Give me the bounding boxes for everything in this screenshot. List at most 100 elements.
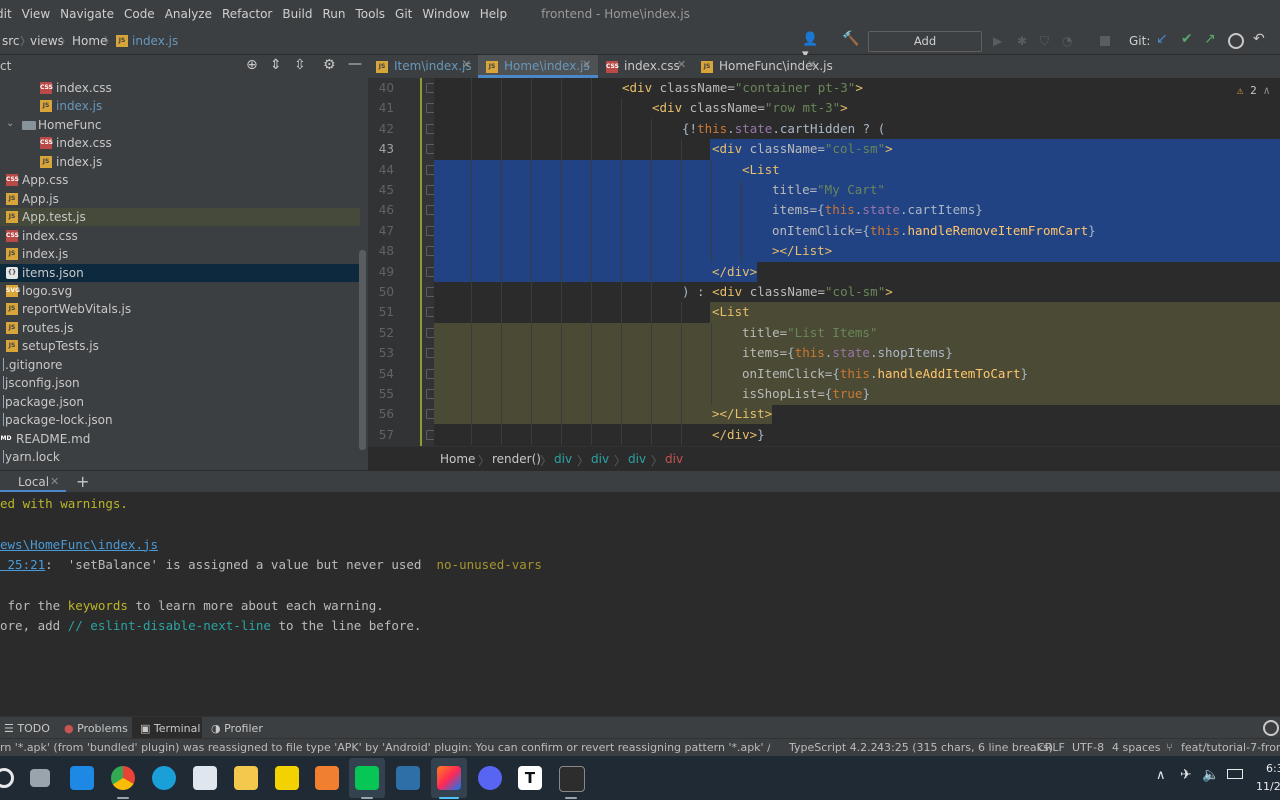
battery-icon[interactable] [1227, 769, 1243, 779]
chrome-icon[interactable] [111, 766, 135, 790]
tree-item[interactable]: MD README.md [0, 430, 360, 448]
chevron-down-icon[interactable]: ⌄ [6, 118, 14, 129]
git-update-icon[interactable]: ↙ [1156, 31, 1170, 47]
tree-item[interactable]: JS routes.js [0, 319, 360, 337]
debug-icon[interactable]: ✱ [1017, 34, 1031, 48]
terminal-output[interactable]: ed with warnings. ews\HomeFunc\index.js 2… [0, 492, 1280, 716]
monitor-app-icon[interactable] [396, 766, 420, 790]
edge-icon[interactable] [152, 766, 176, 790]
coverage-icon[interactable]: ⛉ [1040, 34, 1054, 48]
todo-tool-button[interactable]: ☰ TODO [4, 722, 50, 735]
project-panel-title[interactable]: ct [0, 59, 11, 73]
sticky-notes-icon[interactable] [275, 766, 299, 790]
status-message[interactable]: rn '*.apk' (from 'bundled' plugin) was r… [0, 741, 770, 754]
tree-item[interactable]: JS index.js [0, 245, 360, 263]
stop-icon[interactable] [1100, 36, 1110, 46]
menu-item-build[interactable]: Build [282, 7, 312, 21]
tree-item[interactable]: JS App.test.js [0, 208, 360, 227]
git-push-icon[interactable]: ↗ [1204, 31, 1218, 47]
event-log-icon[interactable] [1263, 720, 1279, 736]
code-editor[interactable]: ⚠ 2 ∧ <div className="container pt-3"> <d… [434, 78, 1280, 446]
tree-item[interactable]: JS index.js [0, 97, 360, 115]
tree-item[interactable]: ⌄ HomeFunc [0, 116, 360, 134]
git-commit-icon[interactable]: ✔ [1181, 31, 1195, 47]
editor-breadcrumb[interactable]: div [591, 452, 609, 466]
terminal-app-icon[interactable] [559, 766, 585, 792]
history-icon[interactable] [1228, 33, 1244, 49]
search-icon[interactable] [0, 768, 14, 788]
menu-item-analyze[interactable]: Analyze [165, 7, 212, 21]
editor-breadcrumb[interactable]: Home [440, 452, 475, 466]
xampp-icon[interactable] [315, 766, 339, 790]
tree-item[interactable]: CSS index.css [0, 134, 360, 152]
caret-position[interactable]: 43:25 (315 chars, 6 line breaks) [877, 741, 1053, 754]
snipping-tool-icon[interactable] [193, 766, 217, 790]
close-tab-icon[interactable]: ✕ [582, 58, 591, 71]
menu-item-window[interactable]: Window [422, 7, 469, 21]
tree-item[interactable]: JS setupTests.js [0, 337, 360, 355]
editor-tab[interactable]: JS Home\index.js ✕ [478, 55, 598, 78]
volume-icon[interactable]: 🔈 [1202, 767, 1219, 783]
tree-item[interactable]: yarn.lock [0, 448, 360, 466]
breadcrumb-src[interactable]: src [2, 34, 20, 48]
locate-icon[interactable]: ⊕ [246, 57, 258, 73]
editor-breadcrumb[interactable]: div [628, 452, 646, 466]
terminal-text[interactable]: 25:21 [0, 557, 46, 572]
tree-item[interactable]: package-lock.json [0, 411, 360, 429]
build-hammer-icon[interactable]: 🔨 [842, 31, 859, 47]
user-icon[interactable]: 👤▾ [802, 32, 818, 62]
editor-breadcrumb[interactable]: render() [492, 452, 541, 466]
menu-item-code[interactable]: Code [124, 7, 155, 21]
add-configuration-button[interactable]: Add Configuration... [868, 31, 982, 67]
problems-tool-button[interactable]: ● Problems [64, 722, 128, 735]
expand-all-icon[interactable]: ⇕ [270, 57, 282, 73]
close-tab-icon[interactable]: ✕ [462, 58, 471, 71]
widgets-icon[interactable] [70, 766, 94, 790]
clock-time[interactable]: 6:3 [1266, 762, 1280, 775]
webstorm-icon[interactable] [437, 766, 461, 790]
terminal-tab-local[interactable]: Local [18, 475, 49, 489]
menu-item-tools[interactable]: Tools [355, 7, 385, 21]
clock-date[interactable]: 11/24 [1256, 780, 1280, 793]
editor-breadcrumb[interactable]: div [665, 452, 683, 466]
breadcrumb-home[interactable]: Home [72, 34, 107, 48]
tree-item[interactable]: JS reportWebVitals.js [0, 300, 360, 318]
hide-panel-icon[interactable]: — [348, 56, 362, 72]
profile-icon[interactable]: ◔ [1062, 34, 1076, 48]
line-separator[interactable]: CRLF [1037, 741, 1065, 754]
rollback-icon[interactable]: ↶ [1253, 31, 1267, 47]
tree-item[interactable]: jsconfig.json [0, 374, 360, 392]
gear-icon[interactable]: ⚙ [323, 57, 336, 73]
editor-tab[interactable]: JS HomeFunc\index.js ✕ [693, 55, 833, 78]
terminal-text[interactable]: ews\HomeFunc\index.js [0, 537, 158, 552]
tree-item[interactable]: CSS index.css [0, 227, 360, 245]
tree-item[interactable]: {} items.json [0, 263, 360, 282]
tree-item[interactable]: SVG logo.svg [0, 282, 360, 300]
discord-icon[interactable] [478, 766, 502, 790]
close-tab-icon[interactable]: ✕ [807, 58, 816, 71]
new-terminal-button[interactable]: + [76, 472, 89, 491]
tree-scrollbar[interactable] [359, 250, 366, 450]
tree-item[interactable]: JS index.js [0, 153, 360, 171]
editor-tab[interactable]: JS Item\index.js ✕ [368, 55, 478, 78]
collapse-all-icon[interactable]: ⇳ [294, 57, 306, 73]
task-view-icon[interactable] [30, 769, 50, 787]
airplane-icon[interactable]: ✈ [1180, 767, 1192, 783]
tree-item[interactable]: CSS index.css [0, 79, 360, 97]
menu-item-git[interactable]: Git [395, 7, 412, 21]
editor-tab[interactable]: CSS index.css ✕ [598, 55, 693, 78]
tree-item[interactable]: package.json [0, 393, 360, 411]
chevron-up-icon[interactable]: ∧ [1156, 768, 1166, 783]
file-explorer-icon[interactable] [234, 766, 258, 790]
typora-icon[interactable]: T [518, 766, 542, 790]
menu-item-run[interactable]: Run [322, 7, 345, 21]
terminal-tool-button[interactable]: ▣ Terminal [140, 722, 200, 735]
tree-item[interactable]: CSS App.css [0, 171, 360, 189]
menu-item-navigate[interactable]: Navigate [60, 7, 114, 21]
breadcrumb-file[interactable]: index.js [132, 34, 178, 48]
profiler-tool-button[interactable]: ◑ Profiler [211, 722, 263, 735]
run-icon[interactable]: ▶ [993, 34, 1007, 48]
close-icon[interactable]: ✕ [50, 475, 59, 488]
git-branch[interactable]: feat/tutorial-7-fronte [1181, 741, 1280, 754]
file-encoding[interactable]: UTF-8 [1072, 741, 1104, 754]
